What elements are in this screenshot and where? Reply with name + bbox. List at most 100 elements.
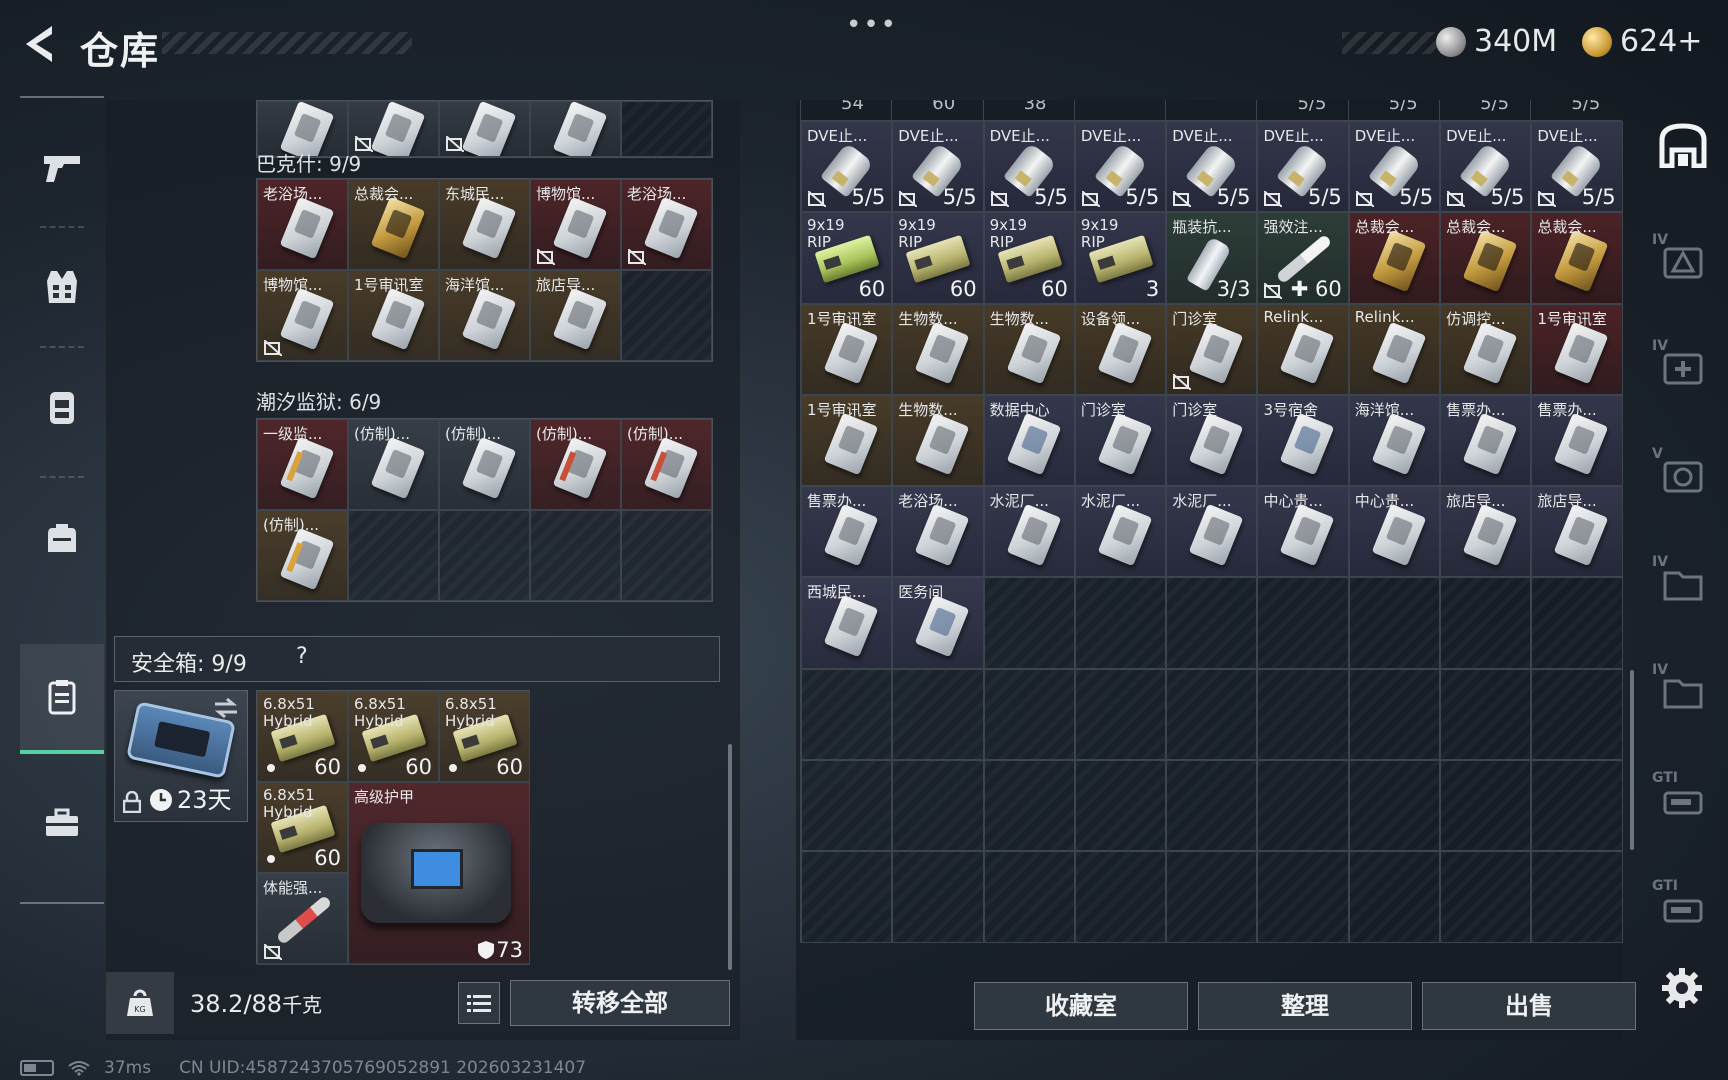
stash-keycard-slot[interactable]: 水泥厂...: [1166, 486, 1258, 578]
back-button[interactable]: [18, 22, 58, 66]
stash-keycard-slot[interactable]: 医务间: [892, 577, 984, 669]
stash-keycard-slot[interactable]: 售票办...: [1531, 394, 1623, 487]
safebox-help-button[interactable]: ?: [296, 644, 308, 669]
stash-keycard-slot[interactable]: 总裁会...: [1531, 212, 1623, 304]
safebox-case-slot[interactable]: 23天: [114, 690, 248, 822]
stash-keycard-slot[interactable]: 生物数...: [983, 303, 1075, 395]
stash-keycard-slot[interactable]: 设备领...: [1074, 303, 1167, 395]
keycard-slot[interactable]: 东城民...: [439, 179, 530, 270]
rail-item-gti-b[interactable]: GTI: [1648, 872, 1718, 942]
stash-item-slot[interactable]: DVE止... 5/5: [801, 121, 893, 213]
stash-item-slot[interactable]: DVE止... 5/5: [1440, 121, 1532, 213]
item-slot[interactable]: [348, 101, 439, 157]
safebox-item-armor[interactable]: 高级护甲 73: [348, 782, 530, 965]
stash-ammo-slot[interactable]: 9x19 RIP 3: [1074, 212, 1167, 304]
safebox-item-ammo[interactable]: 6.8x51 Hybrid 60: [257, 691, 348, 782]
nav-item-armor[interactable]: [20, 232, 104, 342]
stash-item-slot[interactable]: DVE止... 5/5: [1166, 121, 1258, 213]
safebox-item-ammo[interactable]: 6.8x51 Hybrid 60: [257, 782, 348, 873]
keycard-slot[interactable]: 老浴场...: [621, 179, 712, 270]
stash-keycard-slot[interactable]: 水泥厂...: [1074, 486, 1167, 578]
stash-item-slot[interactable]: 强效注... ✚ 60: [1257, 212, 1349, 304]
stash-keycard-slot[interactable]: 门诊室: [1074, 394, 1167, 487]
safebox-item-ammo[interactable]: 6.8x51 Hybrid 60: [348, 691, 439, 782]
keycard-slot[interactable]: (仿制)...: [530, 419, 621, 510]
nav-item-weapons[interactable]: [20, 112, 104, 222]
stash-scrollbar[interactable]: [1630, 670, 1634, 850]
stash-keycard-slot[interactable]: 门诊室: [1166, 394, 1258, 487]
rail-item-tier4-c[interactable]: IV: [1648, 548, 1718, 618]
nav-item-backpack[interactable]: [20, 482, 104, 592]
keycard-slot[interactable]: 一级监...: [257, 419, 348, 510]
stash-keycard-slot[interactable]: 中心贵...: [1348, 486, 1441, 578]
stash-keycard-slot[interactable]: 总裁会...: [1440, 212, 1532, 304]
stash-keycard-slot[interactable]: 数据中心: [983, 394, 1075, 487]
stash-item-slot[interactable]: DVE止... 5/5: [1531, 121, 1623, 213]
safebox-item-injector[interactable]: 体能强...: [257, 873, 348, 965]
stash-item-slot[interactable]: 瓶装抗... 3/3: [1166, 212, 1258, 304]
stash-keycard-slot[interactable]: Relink...: [1348, 303, 1441, 395]
stash-keycard-slot[interactable]: 老浴场...: [892, 486, 984, 578]
stash-item-slot[interactable]: DVE止... 5/5: [892, 121, 984, 213]
nav-item-safe-case[interactable]: [20, 768, 104, 878]
sort-button[interactable]: 整理: [1198, 982, 1412, 1030]
stash-keycard-slot[interactable]: 海洋馆...: [1348, 394, 1441, 487]
rail-item-tier4-a[interactable]: IV: [1648, 226, 1718, 296]
stash-ammo-slot[interactable]: 9x19 RIP 60: [801, 212, 893, 304]
rail-item-stash[interactable]: [1648, 110, 1718, 180]
stash-keycard-slot[interactable]: 3号宿舍: [1257, 394, 1349, 487]
stash-keycard-slot[interactable]: 总裁会...: [1348, 212, 1441, 304]
keycard-slot[interactable]: 博物馆...: [530, 179, 621, 270]
stash-ammo-slot[interactable]: 9x19 RIP 60: [892, 212, 984, 304]
stash-ammo-slot[interactable]: 9x19 RIP 60: [983, 212, 1075, 304]
collection-room-button[interactable]: 收藏室: [974, 982, 1188, 1030]
stash-keycard-slot[interactable]: 售票办...: [1440, 394, 1532, 487]
keycard-slot[interactable]: (仿制)...: [257, 510, 348, 601]
stash-item-slot[interactable]: DVE止... 5/5: [1257, 121, 1349, 213]
stash-keycard-slot[interactable]: 1号审讯室: [801, 394, 893, 487]
more-menu-button[interactable]: •••: [846, 10, 898, 40]
keycard-slot[interactable]: 博物馆...: [257, 270, 348, 361]
safebox-item-ammo[interactable]: 6.8x51 Hybrid 60: [439, 691, 530, 782]
keycard-slot[interactable]: 海洋馆...: [439, 270, 530, 361]
item-slot[interactable]: [530, 101, 621, 157]
transfer-all-button[interactable]: 转移全部: [510, 980, 730, 1026]
nav-item-chest-rig[interactable]: [20, 352, 104, 462]
keycard-slot[interactable]: 旅店导...: [530, 270, 621, 361]
rail-item-gti-a[interactable]: GTI: [1648, 764, 1718, 834]
stash-keycard-slot[interactable]: 水泥厂...: [983, 486, 1075, 578]
keycard-slot[interactable]: (仿制)...: [348, 419, 439, 510]
stash-keycard-slot[interactable]: 西城民...: [801, 577, 893, 669]
settings-gear-icon[interactable]: [1660, 966, 1704, 1010]
keycard-slot[interactable]: 1号审讯室: [348, 270, 439, 361]
left-scrollbar[interactable]: [728, 744, 732, 970]
stash-keycard-slot[interactable]: 仿调控...: [1440, 303, 1532, 395]
stash-keycard-slot[interactable]: 1号审讯室: [1531, 303, 1623, 395]
stash-keycard-slot[interactable]: 生物数...: [892, 303, 984, 395]
swap-icon[interactable]: [213, 697, 239, 719]
stash-item-slot[interactable]: DVE止... 5/5: [1074, 121, 1167, 213]
sell-button[interactable]: 出售: [1422, 982, 1636, 1030]
stash-keycard-slot[interactable]: 售票办...: [801, 486, 893, 578]
stash-keycard-slot[interactable]: Relink...: [1257, 303, 1349, 395]
rail-item-tier4-b[interactable]: IV: [1648, 332, 1718, 402]
stash-item-slot[interactable]: DVE止... 5/5: [1348, 121, 1441, 213]
keycard-slot[interactable]: 老浴场...: [257, 179, 348, 270]
rail-item-tier5[interactable]: V: [1648, 440, 1718, 510]
keycard-slot[interactable]: (仿制)...: [439, 419, 530, 510]
currency-silver[interactable]: 340M: [1436, 24, 1557, 59]
stash-keycard-slot[interactable]: 旅店导...: [1440, 486, 1532, 578]
stash-keycard-slot[interactable]: 旅店导...: [1531, 486, 1623, 578]
stash-keycard-slot[interactable]: 1号审讯室: [801, 303, 893, 395]
stash-item-slot[interactable]: DVE止... 5/5: [983, 121, 1075, 213]
stash-keycard-slot[interactable]: 生物数...: [892, 394, 984, 487]
nav-item-keycard-case[interactable]: [20, 644, 104, 754]
stash-keycard-slot[interactable]: 中心贵...: [1257, 486, 1349, 578]
currency-gold[interactable]: 624+: [1582, 24, 1702, 59]
stash-keycard-slot[interactable]: 门诊室: [1166, 303, 1258, 395]
rail-item-tier4-d[interactable]: IV: [1648, 656, 1718, 726]
list-view-button[interactable]: [458, 982, 500, 1024]
keycard-slot[interactable]: 总裁会...: [348, 179, 439, 270]
keycard-slot[interactable]: (仿制)...: [621, 419, 712, 510]
item-slot[interactable]: [439, 101, 530, 157]
